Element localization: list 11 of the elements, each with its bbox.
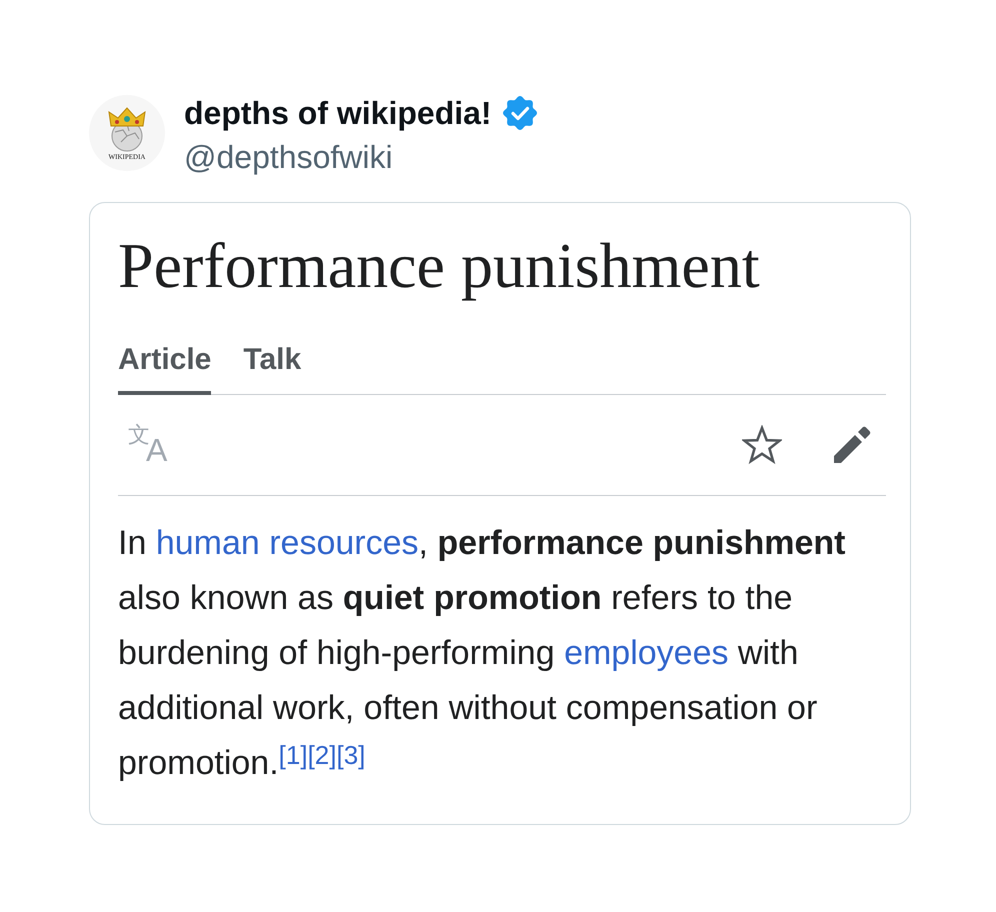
article-link[interactable]: human resources — [156, 524, 418, 562]
tab[interactable]: Article — [118, 342, 212, 395]
pencil-icon — [832, 425, 872, 465]
article-link[interactable]: employees — [564, 634, 728, 672]
citation-link[interactable]: [3] — [336, 740, 366, 770]
author-name: depths of wikipedia! — [184, 95, 492, 131]
citation-link[interactable]: [1] — [278, 740, 308, 770]
tab[interactable]: Talk — [243, 342, 302, 395]
author-handle: @depthsofwiki — [184, 139, 394, 175]
article-title: Performance punishment — [118, 230, 761, 302]
citation-link[interactable]: [2] — [308, 740, 336, 770]
